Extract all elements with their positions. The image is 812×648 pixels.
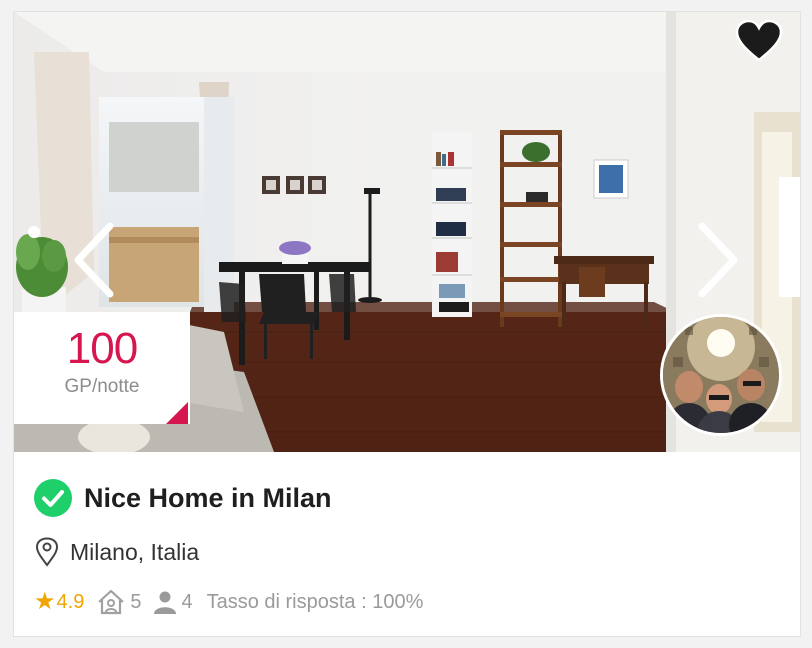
listing-card[interactable]: 100 GP/notte Nice Home in Milan Milano, … [14,12,800,636]
previous-photo-button[interactable] [66,220,126,300]
response-rate: Tasso di risposta : 100% [206,590,424,613]
title-row: Nice Home in Milan [34,478,332,518]
chevron-right-icon [698,222,738,298]
favorite-button[interactable] [734,20,784,64]
next-photo-button[interactable] [686,220,746,300]
price-corner-marker [166,402,188,424]
listing-title[interactable]: Nice Home in Milan [84,483,332,514]
location-row: Milano, Italia [34,536,199,568]
person-icon [154,591,177,614]
chevron-left-icon [74,222,114,298]
star-icon: ★ [34,588,56,615]
rating-value: 4.9 [56,590,85,613]
price-badge: 100 GP/notte [14,312,190,424]
listing-info: Nice Home in Milan Milano, Italia ★ 4.9 … [14,452,800,636]
home-icon [98,589,125,615]
listing-photo[interactable]: 100 GP/notte [14,12,800,452]
host-avatar[interactable] [660,314,782,436]
listing-location: Milano, Italia [70,538,200,565]
map-pin-icon [35,537,59,567]
host-photo [663,317,779,433]
stats-row: ★ 4.9 5 4 Tasso di risposta : 100% [34,588,423,616]
guests-count: 4 [181,590,193,613]
check-circle-icon [34,479,72,517]
rooms-count: 5 [130,590,142,613]
price-value: 100 [66,324,138,373]
price-unit: GP/notte [64,376,140,397]
heart-icon [735,20,783,62]
